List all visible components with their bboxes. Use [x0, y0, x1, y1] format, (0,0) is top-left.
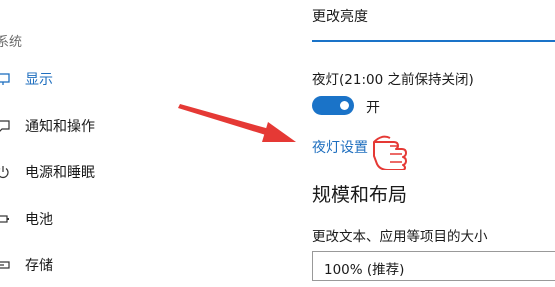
scale-dropdown[interactable]: 100% (推荐) — [312, 251, 555, 281]
brightness-slider[interactable] — [312, 40, 555, 42]
night-light-label: 夜灯(21:00 之前保持关闭) — [312, 72, 474, 88]
night-light-toggle[interactable] — [312, 96, 354, 115]
scale-layout-heading: 规模和布局 — [312, 184, 408, 206]
sidebar-item-label: 电源和睡眠 — [25, 165, 95, 181]
red-arrow-annotation — [178, 104, 296, 142]
power-icon — [0, 164, 10, 180]
sidebar-item-label: 显示 — [25, 72, 53, 88]
scale-label: 更改文本、应用等项目的大小 — [312, 229, 488, 245]
toggle-knob — [340, 101, 349, 110]
monitor-icon — [0, 71, 10, 87]
sidebar-item-label: 通知和操作 — [25, 119, 95, 135]
sidebar-item-label: 存储 — [25, 258, 53, 274]
storage-icon — [0, 257, 10, 273]
scale-dropdown-value: 100% (推荐) — [324, 262, 405, 278]
night-light-toggle-state: 开 — [366, 100, 380, 116]
brightness-title: 更改亮度 — [312, 9, 368, 25]
sidebar-item-label: 电池 — [25, 212, 53, 228]
message-icon — [0, 118, 10, 134]
sidebar-category-label: 系统 — [0, 35, 23, 50]
hand-pointer-icon — [373, 135, 407, 170]
battery-icon — [0, 211, 10, 227]
night-light-settings-link[interactable]: 夜灯设置 — [312, 137, 368, 157]
